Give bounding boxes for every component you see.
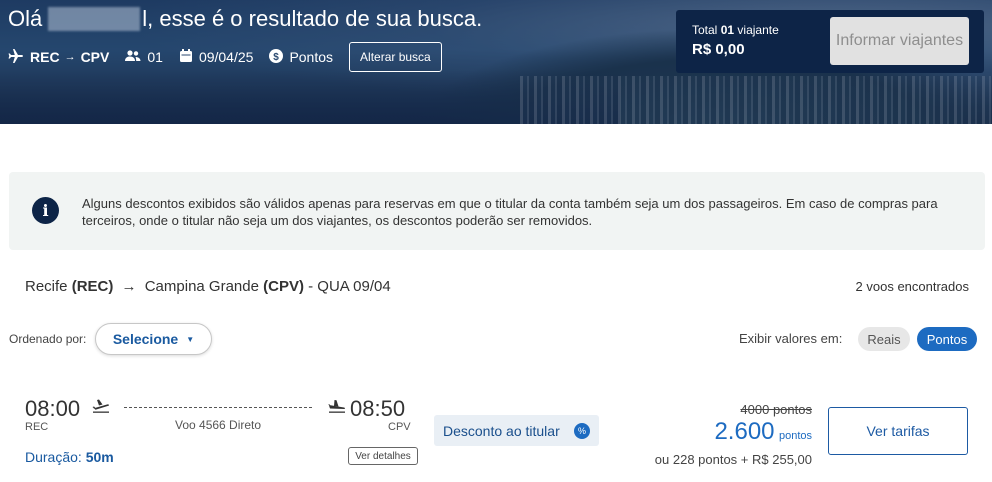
total-label: Total 01 viajante (692, 23, 779, 37)
notice-text: Alguns descontos exibidos são válidos ap… (82, 196, 938, 228)
flight-duration: Duração: 50m (25, 449, 114, 465)
view-values-label: Exibir valores em: (739, 331, 843, 346)
discount-label: Desconto ao titular (443, 422, 560, 439)
toggle-pontos[interactable]: Pontos (917, 327, 977, 351)
chevron-down-icon: ▼ (186, 334, 195, 344)
summary-date: 09/04/25 (198, 49, 254, 65)
search-summary: REC → CPV 01 09/04/25 $ Pontos Alterar b… (8, 42, 442, 72)
passengers-summary: 01 (125, 49, 163, 65)
departure-time: 08:00 (25, 396, 81, 421)
total-label-suffix: viajante (737, 23, 779, 37)
sort-selected-value: Selecione (112, 331, 179, 347)
flights-found-count: 2 voos encontrados (855, 279, 969, 294)
summary-origin: REC (30, 49, 60, 65)
greeting: Olá l, esse é o resultado de sua busca. (8, 6, 482, 32)
view-details-button[interactable]: Ver detalhes (348, 447, 418, 465)
info-icon: i (32, 197, 59, 224)
svg-text:$: $ (274, 52, 280, 63)
arrival-icon (328, 399, 346, 418)
route-arrow: → (121, 278, 137, 295)
route-date: - QUA 09/04 (308, 278, 391, 295)
passengers-icon (125, 49, 147, 65)
route-destination-city: Campina Grande (144, 278, 259, 295)
total-amount: R$ 0,00 (692, 41, 745, 58)
discount-notice: i Alguns descontos exibidos são válidos … (9, 172, 985, 250)
sort-label: Ordenado por: (9, 332, 87, 346)
redacted-name (48, 7, 141, 31)
new-price-value: 2.600 (714, 418, 775, 445)
total-count: 01 (720, 23, 735, 37)
route-summary: REC → CPV (8, 48, 110, 66)
route-origin-city: Recife (25, 278, 68, 295)
date-summary: 09/04/25 (179, 48, 254, 66)
greeting-prefix: Olá (8, 6, 43, 31)
departure-icon (92, 399, 110, 418)
total-label-prefix: Total (692, 23, 718, 37)
flight-info: Voo 4566 Direto (175, 418, 262, 432)
sort-select[interactable]: Selecione ▼ (95, 323, 212, 355)
traveler-total-box: Total 01 viajante R$ 0,00 Informar viaja… (676, 10, 984, 73)
summary-arrow: → (64, 51, 76, 63)
discount-icon: % (574, 423, 590, 439)
duration-value: 50m (85, 449, 114, 465)
duration-label: Duração: (25, 449, 82, 465)
discount-tag: Desconto ao titular % (434, 415, 599, 446)
route-dashed-line (124, 407, 312, 408)
summary-currency: Pontos (289, 49, 334, 65)
route-title: Recife (REC) → Campina Grande (CPV) - QU… (25, 278, 391, 295)
alter-search-button[interactable]: Alterar busca (349, 42, 442, 72)
old-price: 4000 pontos (740, 402, 812, 417)
route-origin-code: (REC) (71, 278, 114, 295)
greeting-suffix: l, esse é o resultado de sua busca. (142, 6, 483, 31)
new-price: 2.600 pontos (714, 418, 812, 446)
arrival-code: CPV (388, 421, 411, 433)
currency-summary: $ Pontos (269, 48, 334, 66)
points-icon: $ (269, 48, 289, 66)
route-destination-code: (CPV) (263, 278, 304, 295)
hero-banner: Olá l, esse é o resultado de sua busca. … (0, 0, 992, 124)
calendar-icon (179, 48, 199, 66)
toggle-reais[interactable]: Reais (858, 327, 910, 351)
summary-passengers: 01 (147, 49, 163, 65)
departure-code: REC (25, 421, 49, 433)
new-price-unit: pontos (778, 430, 812, 442)
inform-travelers-button[interactable]: Informar viajantes (830, 17, 969, 65)
arrival-time: 08:50 (350, 396, 406, 421)
summary-destination: CPV (80, 49, 110, 65)
view-fares-button[interactable]: Ver tarifas (828, 407, 968, 455)
combo-price: ou 228 pontos + R$ 255,00 (654, 452, 812, 467)
plane-icon (8, 48, 30, 66)
